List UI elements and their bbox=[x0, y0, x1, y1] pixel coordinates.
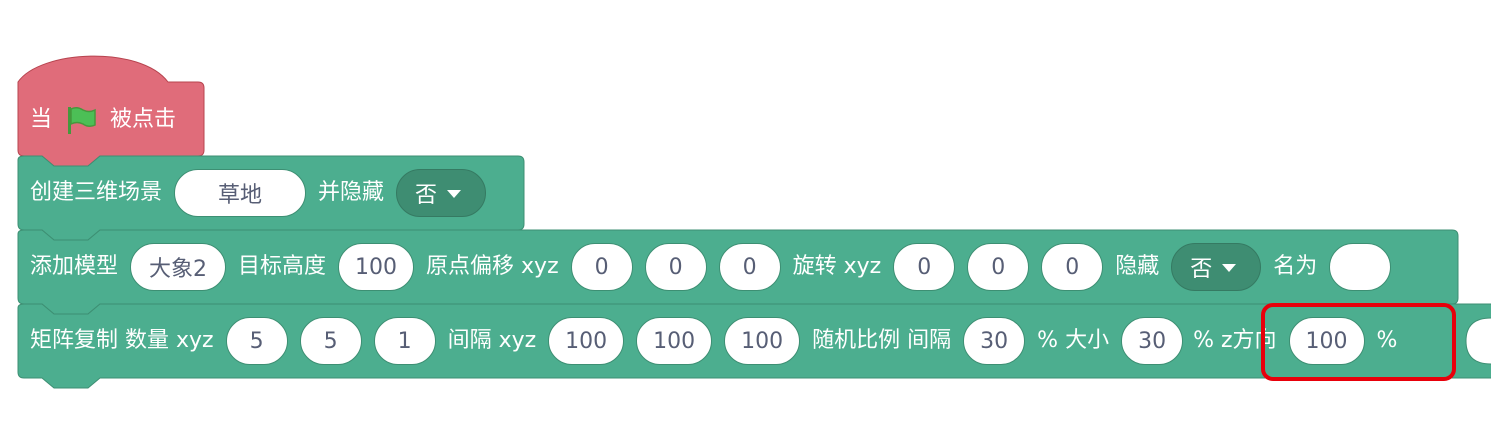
target-height-label: 目标高度 bbox=[238, 254, 327, 279]
random-size-input[interactable]: 30 bbox=[1121, 317, 1184, 365]
random-scale-label: 随机比例 间隔 bbox=[812, 328, 952, 353]
scene-block[interactable]: 创建三维场景 草地 并隐藏 否 bbox=[30, 163, 487, 223]
random-spacing-input[interactable]: 30 bbox=[963, 317, 1026, 365]
count-x-input[interactable]: 5 bbox=[225, 317, 288, 365]
count-z-input[interactable]: 1 bbox=[373, 317, 436, 365]
spacing-y-input[interactable]: 100 bbox=[636, 317, 713, 365]
rot-y-input[interactable]: 0 bbox=[967, 243, 1030, 291]
rotate-label: 旋转 xyz bbox=[792, 254, 882, 279]
hidden-label: 隐藏 bbox=[1115, 254, 1160, 279]
caret-down-icon bbox=[1222, 264, 1237, 272]
rot-x-input[interactable]: 0 bbox=[893, 243, 956, 291]
clicked-label: 被点击 bbox=[110, 107, 177, 132]
origin-x-input[interactable]: 0 bbox=[570, 243, 633, 291]
scene-hide-dropdown[interactable]: 否 bbox=[396, 169, 487, 217]
percent-size-label: % 大小 bbox=[1037, 328, 1110, 353]
spacing-x-input[interactable]: 100 bbox=[548, 317, 625, 365]
rot-z-input[interactable]: 0 bbox=[1041, 243, 1104, 291]
origin-z-input[interactable]: 0 bbox=[718, 243, 781, 291]
hide-label: 并隐藏 bbox=[318, 180, 385, 205]
name-as-label: 名为 bbox=[1273, 254, 1318, 279]
origin-y-input[interactable]: 0 bbox=[644, 243, 707, 291]
model-hidden-value: 否 bbox=[1190, 257, 1213, 282]
block-shapes bbox=[17, 55, 1491, 389]
scene-input[interactable]: 草地 bbox=[174, 169, 307, 217]
name-input[interactable] bbox=[1329, 243, 1392, 291]
array-count-label: 矩阵复制 数量 xyz bbox=[30, 328, 214, 353]
scene-hide-value: 否 bbox=[415, 183, 438, 208]
when-label: 当 bbox=[30, 107, 53, 132]
spacing-z-input[interactable]: 100 bbox=[724, 317, 801, 365]
origin-offset-label: 原点偏移 xyz bbox=[426, 254, 559, 279]
highlight-box bbox=[1261, 303, 1456, 381]
add-model-label: 添加模型 bbox=[30, 254, 119, 279]
model-input[interactable]: 大象2 bbox=[130, 243, 227, 291]
array-copy-block[interactable]: 矩阵复制 数量 xyz 5 5 1 间隔 xyz 100 100 100 随机比… bbox=[30, 311, 1397, 371]
create-scene-label: 创建三维场景 bbox=[30, 180, 163, 205]
caret-down-icon bbox=[447, 190, 462, 198]
count-y-input[interactable]: 5 bbox=[299, 317, 362, 365]
height-input[interactable]: 100 bbox=[338, 243, 415, 291]
hat-block[interactable]: 当 被点击 bbox=[30, 90, 176, 150]
model-block[interactable]: 添加模型 大象2 目标高度 100 原点偏移 xyz 0 0 0 旋转 xyz … bbox=[30, 237, 1392, 297]
spacing-label: 间隔 xyz bbox=[447, 328, 537, 353]
code-canvas: 当 被点击 创建三维场景 草地 并隐藏 否 添加模型 大象2 目标高度 100 … bbox=[0, 0, 1491, 448]
green-flag-icon bbox=[68, 106, 96, 134]
model-hidden-dropdown[interactable]: 否 bbox=[1171, 243, 1262, 291]
